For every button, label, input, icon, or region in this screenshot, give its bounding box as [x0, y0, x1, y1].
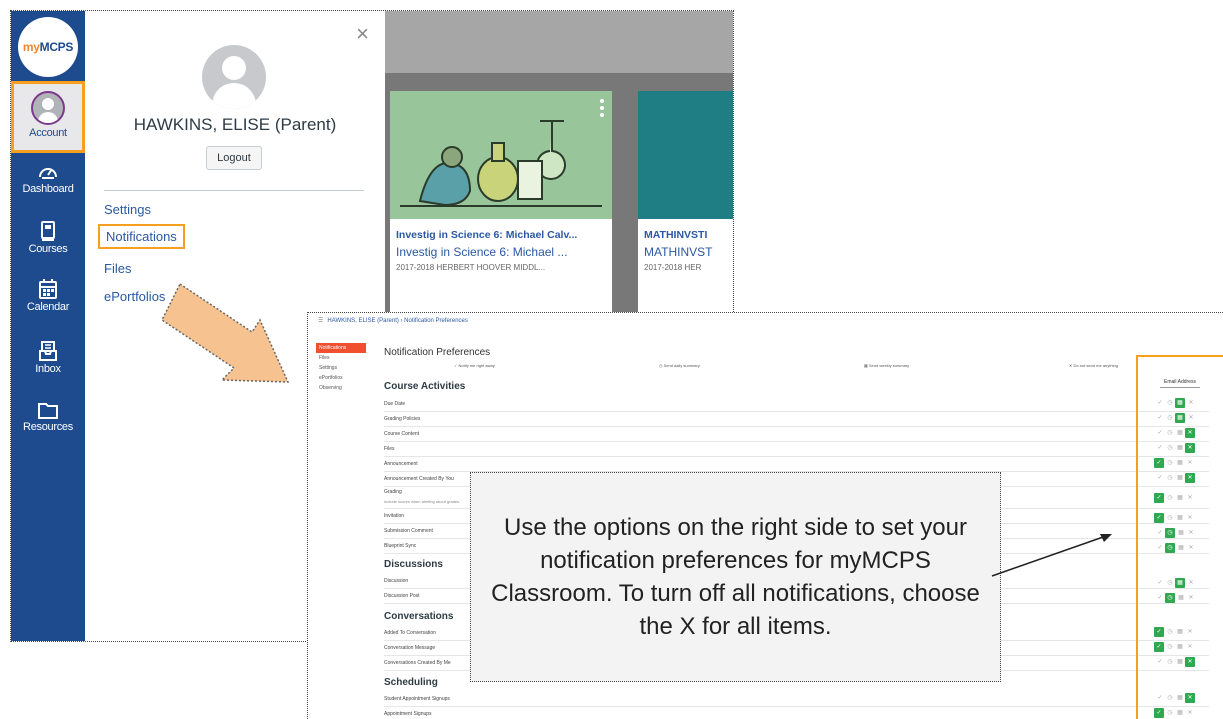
- preference-control[interactable]: ✓ ◷ ▦ ✕: [1156, 398, 1206, 410]
- annotation-arrow-icon: [161, 282, 290, 383]
- preference-control[interactable]: ✓ ◷ ▦ ✕: [1156, 528, 1206, 540]
- course-card[interactable]: Investig in Science 6: Michael Calv... I…: [390, 91, 612, 321]
- preference-control[interactable]: ✓ ◷ ▦ ✕: [1154, 458, 1206, 470]
- global-navigation: my MCPS Account Dashboard Courses Calend…: [11, 11, 85, 641]
- breadcrumb: ☰ HAWKINS, ELISE (Parent) › Notification …: [318, 318, 468, 324]
- preference-control[interactable]: ✓ ◷ ▦ ✕: [1156, 543, 1206, 555]
- callout-text: Use the options on the right side to set…: [491, 514, 980, 640]
- course-card-term: 2017-2018 HERBERT HOOVER MIDDL...: [396, 263, 546, 272]
- nav-item-dashboard[interactable]: Dashboard: [11, 163, 85, 195]
- calendar-icon: [39, 279, 57, 299]
- legend-weekly: ▦ Send weekly summary: [864, 363, 910, 368]
- logout-button[interactable]: Logout: [206, 146, 262, 170]
- course-card-image: [638, 91, 733, 219]
- legend-daily: ◷ Send daily summary: [659, 363, 700, 368]
- preference-row: Appointment Signups: [384, 708, 1209, 719]
- files-link[interactable]: Files: [104, 261, 131, 276]
- email-column-header: Email Address: [1138, 379, 1222, 388]
- preference-row: Announcement: [384, 458, 1209, 472]
- preference-control[interactable]: ✓ ◷ ▦ ✕: [1154, 708, 1206, 719]
- course-card-image: [390, 91, 612, 219]
- preference-control[interactable]: ✓ ◷ ▦ ✕: [1156, 473, 1206, 485]
- settings-link[interactable]: Settings: [104, 202, 151, 217]
- preference-row: Student Appointment Signups: [384, 693, 1209, 707]
- inbox-icon: [39, 341, 57, 361]
- course-card-subtitle: Investig in Science 6: Michael ...: [396, 245, 568, 259]
- preference-control[interactable]: ✓ ◷ ▦ ✕: [1154, 493, 1206, 505]
- page-title: Notification Preferences: [384, 347, 491, 358]
- preference-control[interactable]: ✓ ◷ ▦ ✕: [1156, 578, 1206, 590]
- preference-control[interactable]: ✓ ◷ ▦ ✕: [1156, 413, 1206, 425]
- card-menu-icon[interactable]: [600, 99, 604, 120]
- account-avatar-icon: [31, 91, 65, 125]
- course-card-title[interactable]: MATHINVSTI: [644, 229, 707, 241]
- notifications-link[interactable]: Notifications: [98, 224, 185, 249]
- section-heading: Course Activities: [384, 381, 466, 392]
- email-address-column: Email Address ✓ ◷ ▦ ✕ ✓ ◷ ▦ ✕ ✓ ◷ ▦ ✕ ✓ ◷ ▦ ✕ ✓ ◷ ▦ ✕ ✓…: [1136, 355, 1223, 719]
- preference-control[interactable]: ✓ ◷ ▦ ✕: [1154, 513, 1206, 525]
- science-illustration: [400, 120, 602, 207]
- preference-row: Due Date: [384, 398, 1209, 412]
- nav-item-calendar[interactable]: Calendar: [11, 279, 85, 313]
- course-card-title[interactable]: Investig in Science 6: Michael Calv...: [396, 229, 577, 241]
- preference-control[interactable]: ✓ ◷ ▦ ✕: [1156, 443, 1206, 455]
- instruction-callout: Use the options on the right side to set…: [470, 472, 1001, 682]
- nav-item-resources[interactable]: Resources: [11, 401, 85, 433]
- preference-control[interactable]: ✓ ◷ ▦ ✕: [1156, 428, 1206, 440]
- close-icon[interactable]: ×: [356, 21, 369, 47]
- folder-icon: [38, 403, 58, 419]
- mymcps-logo[interactable]: my MCPS: [18, 17, 78, 77]
- section-heading: Discussions: [384, 559, 443, 570]
- pointer-arrow-icon: [991, 534, 1112, 577]
- dashboard-icon: [39, 168, 57, 179]
- preference-legend: ✓ Notify me right away ◷ Send daily summ…: [384, 363, 1204, 371]
- nav-item-courses[interactable]: Courses: [11, 221, 85, 255]
- tray-divider: [104, 190, 364, 191]
- section-heading: Conversations: [384, 611, 454, 622]
- dashboard-header: [385, 11, 733, 73]
- preference-control[interactable]: ✓ ◷ ▦ ✕: [1156, 693, 1206, 705]
- preference-row: Grading Policies: [384, 413, 1209, 427]
- course-card[interactable]: MATHINVSTI MATHINVST 2017-2018 HER: [638, 91, 733, 321]
- preference-control[interactable]: ✓ ◷ ▦ ✕: [1156, 593, 1206, 605]
- nav-item-inbox[interactable]: Inbox: [11, 341, 85, 375]
- preference-row: Course Content: [384, 428, 1209, 442]
- eportfolios-link[interactable]: ePortfolios: [104, 289, 165, 304]
- course-card-subtitle: MATHINVST: [644, 245, 713, 259]
- preference-control[interactable]: ✓ ◷ ▦ ✕: [1156, 657, 1206, 669]
- courses-icon: [41, 221, 55, 241]
- nav-item-account[interactable]: Account: [11, 81, 85, 153]
- user-name: HAWKINS, ELISE (Parent): [133, 115, 337, 134]
- section-heading: Scheduling: [384, 677, 438, 688]
- course-card-term: 2017-2018 HER: [644, 263, 702, 272]
- preference-control[interactable]: ✓ ◷ ▦ ✕: [1154, 642, 1206, 654]
- legend-never: ✕ Do not send me anything: [1069, 363, 1118, 368]
- preference-row: Files: [384, 443, 1209, 457]
- legend-right-away: ✓ Notify me right away: [454, 363, 495, 368]
- user-avatar: [202, 45, 266, 109]
- preference-control[interactable]: ✓ ◷ ▦ ✕: [1154, 627, 1206, 639]
